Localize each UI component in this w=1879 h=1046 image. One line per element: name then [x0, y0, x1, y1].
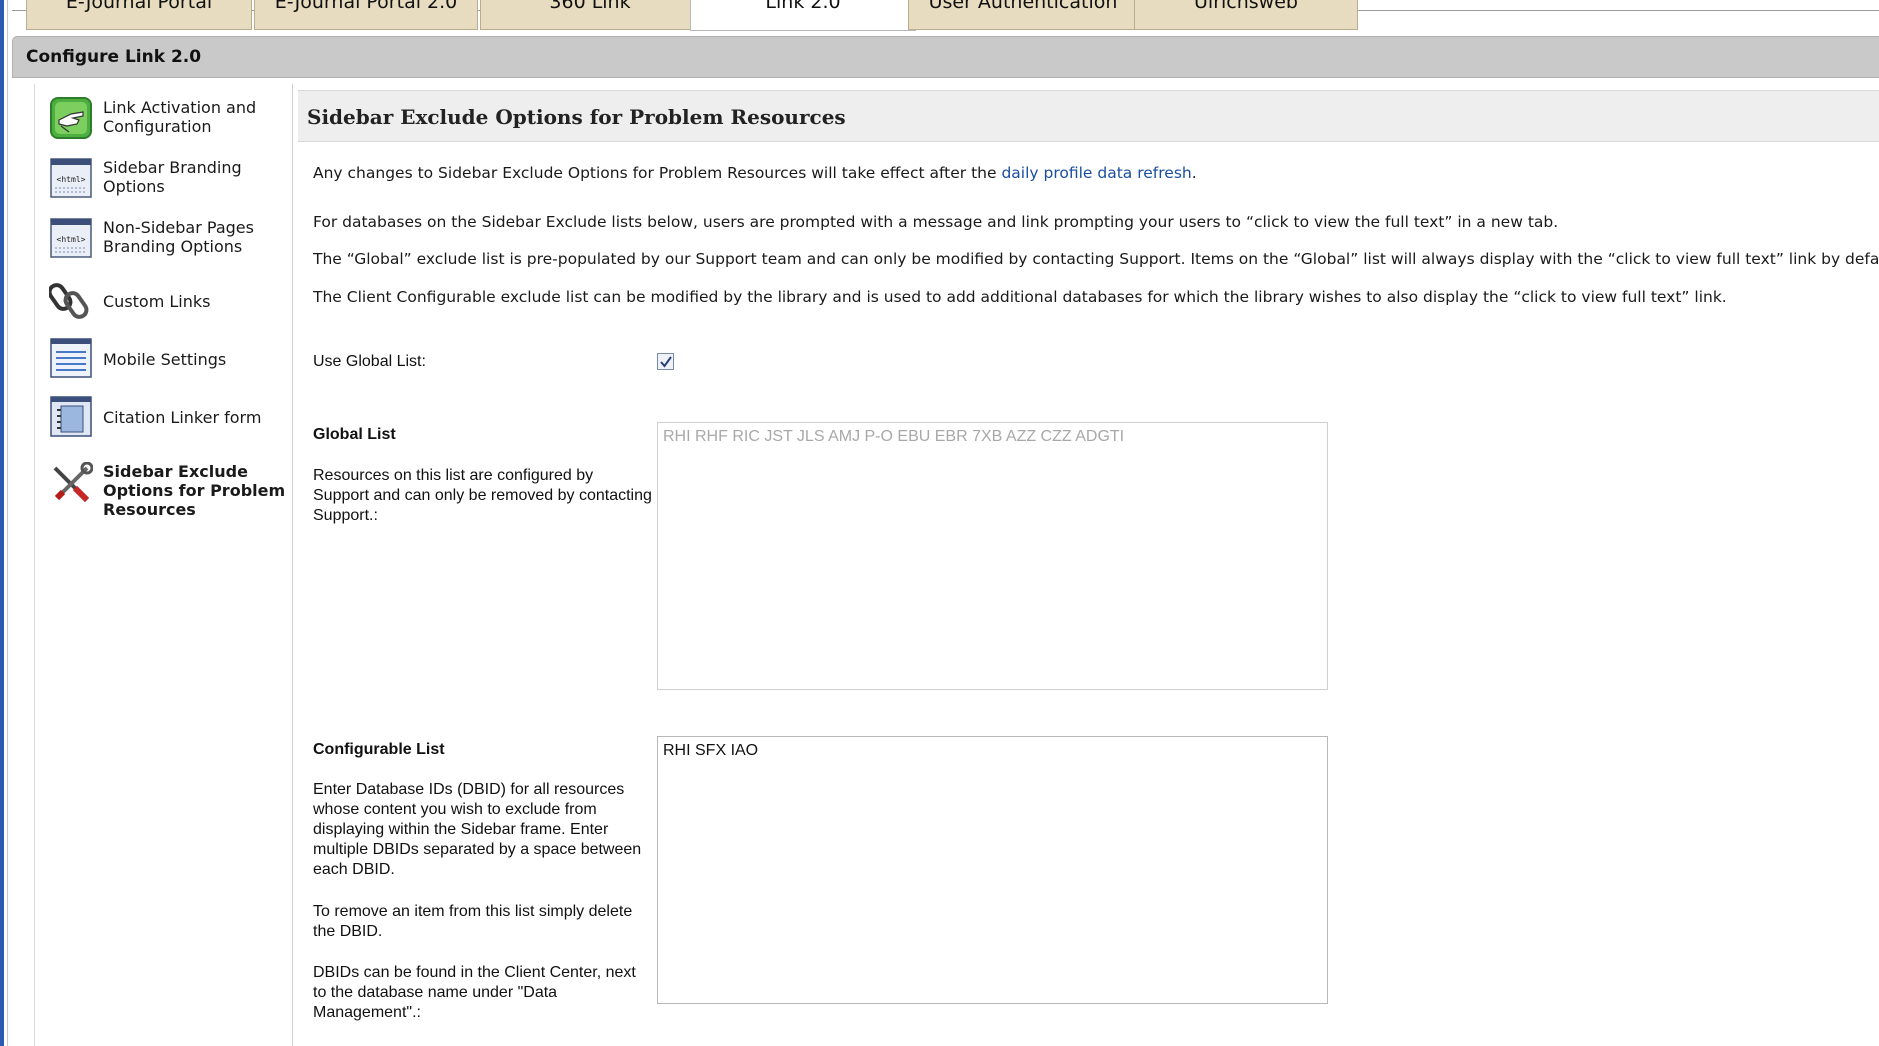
- sidebar-item-citation-linker[interactable]: Citation Linker form: [49, 394, 289, 442]
- tab-e-journal-portal-2[interactable]: E-Journal Portal 2.0: [254, 0, 478, 30]
- sidebar-item-sidebar-branding[interactable]: <html> Sidebar Branding Options: [49, 156, 289, 204]
- use-global-list-label: Use Global List:: [313, 353, 426, 370]
- info-paragraph-3: The Client Configurable exclude list can…: [313, 288, 1727, 306]
- sidebar-item-non-sidebar-branding[interactable]: <html> Non-Sidebar Pages Branding Option…: [49, 216, 289, 264]
- hand-pointer-icon: [49, 96, 93, 140]
- tab-user-authentication[interactable]: User Authentication: [908, 0, 1138, 30]
- sidebar-item-mobile-settings[interactable]: Mobile Settings: [49, 336, 289, 384]
- intro-paragraph: Any changes to Sidebar Exclude Options f…: [313, 164, 1197, 182]
- configurable-list-description-2: To remove an item from this list simply …: [313, 903, 633, 940]
- configurable-list-textarea[interactable]: RHI SFX IAO: [657, 736, 1328, 1004]
- window-left-border: [7, 0, 8, 1046]
- html-window-icon: <html>: [49, 156, 93, 200]
- configurable-list-description-1: Enter Database IDs (DBID) for all resour…: [313, 781, 642, 878]
- html-window-icon: <html>: [49, 216, 93, 260]
- tools-icon: [49, 461, 94, 506]
- use-global-list-checkbox[interactable]: [657, 353, 674, 370]
- window-left-edge: [0, 0, 4, 1046]
- info-paragraph-2: The “Global” exclude list is pre-populat…: [313, 250, 1879, 268]
- tab-bar: E-Journal Portal E-Journal Portal 2.0 36…: [12, 0, 1879, 31]
- notebook-icon: [49, 394, 93, 438]
- chain-link-icon: [47, 278, 93, 322]
- sidebar-item-label: Sidebar Branding Options: [103, 158, 242, 196]
- section-header: Sidebar Exclude Options for Problem Reso…: [298, 90, 1879, 142]
- tab-e-journal-portal[interactable]: E-Journal Portal: [26, 0, 252, 30]
- main-content: Sidebar Exclude Options for Problem Reso…: [298, 90, 1879, 1046]
- section-title: Sidebar Exclude Options for Problem Reso…: [307, 105, 846, 129]
- global-list-description: Resources on this list are configured by…: [313, 467, 652, 524]
- configurable-list-description-3: DBIDs can be found in the Client Center,…: [313, 964, 636, 1021]
- sidebar-nav: Link Activation and Configuration <html>…: [34, 84, 292, 1046]
- tab-link-2[interactable]: Link 2.0: [690, 0, 916, 31]
- info-paragraph-1: For databases on the Sidebar Exclude lis…: [313, 213, 1559, 231]
- sidebar-item-exclude-options[interactable]: Sidebar Exclude Options for Problem Reso…: [49, 456, 289, 520]
- sidebar-item-label: Sidebar Exclude Options for Problem Reso…: [103, 462, 286, 519]
- svg-text:<html>: <html>: [57, 235, 86, 244]
- tab-ulrichsweb[interactable]: Ulrichsweb: [1134, 0, 1358, 30]
- sidebar-item-label: Citation Linker form: [103, 408, 262, 427]
- global-list-label: Global List: [313, 426, 396, 443]
- sidebar-item-label: Non-Sidebar Pages Branding Options: [103, 218, 254, 256]
- mobile-window-icon: [49, 336, 93, 380]
- sidebar-item-label: Custom Links: [103, 292, 211, 311]
- tab-360-link[interactable]: 360 Link: [480, 0, 700, 30]
- sidebar-item-link-activation[interactable]: Link Activation and Configuration: [49, 96, 289, 144]
- sidebar-divider: [292, 84, 293, 1046]
- configure-header: Configure Link 2.0: [12, 36, 1879, 78]
- sidebar-item-label: Mobile Settings: [103, 350, 227, 369]
- sidebar-item-custom-links[interactable]: Custom Links: [47, 278, 289, 326]
- daily-refresh-link[interactable]: daily profile data refresh: [1001, 164, 1191, 182]
- sidebar-item-label: Link Activation and Configuration: [103, 98, 257, 136]
- page-title: Configure Link 2.0: [26, 47, 202, 67]
- svg-text:<html>: <html>: [57, 175, 86, 184]
- configurable-list-label: Configurable List: [313, 741, 445, 758]
- global-list-textarea: RHI RHF RIC JST JLS AMJ P-O EBU EBR 7XB …: [657, 422, 1328, 690]
